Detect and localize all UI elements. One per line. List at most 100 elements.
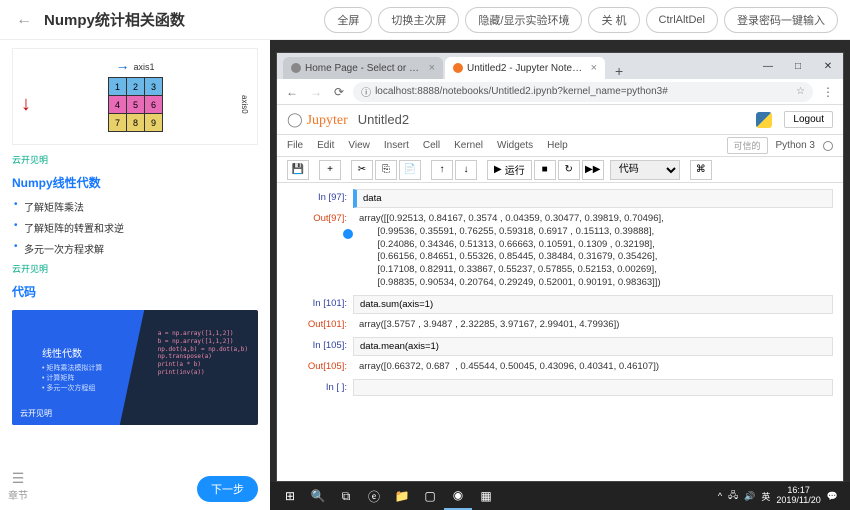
- ctrl-alt-del-button[interactable]: CtrlAltDel: [646, 7, 718, 33]
- next-button[interactable]: 下一步: [197, 476, 258, 502]
- code-input[interactable]: [353, 379, 833, 396]
- terminal-icon[interactable]: ▢: [416, 482, 444, 510]
- minimize-icon[interactable]: —: [753, 53, 783, 79]
- tab-home[interactable]: Home Page - Select or create ×: [283, 57, 443, 79]
- notebook-cell[interactable]: Out[101]:array([3.5757 , 3.9487 , 2.3228…: [287, 316, 833, 335]
- tray-chevron-icon[interactable]: ^: [718, 491, 722, 501]
- volume-icon[interactable]: 🔊: [744, 491, 755, 502]
- ie-icon[interactable]: ⓔ: [360, 482, 388, 510]
- notifications-icon[interactable]: 💬: [827, 491, 838, 502]
- cell-type-select[interactable]: 代码: [610, 160, 680, 180]
- notebook-cell[interactable]: In [ ]:: [287, 379, 833, 396]
- page-title: Numpy统计相关函数: [44, 9, 185, 30]
- menu-file[interactable]: File: [287, 140, 303, 151]
- notebook-cell[interactable]: Out[105]:array([0.66372, 0.687 , 0.45544…: [287, 358, 833, 377]
- add-cell-icon[interactable]: +: [319, 160, 341, 180]
- menu-icon[interactable]: ⋮: [819, 85, 837, 99]
- menu-edit[interactable]: Edit: [317, 140, 334, 151]
- start-icon[interactable]: ⊞: [276, 482, 304, 510]
- task-view-icon[interactable]: ⧉: [332, 482, 360, 510]
- bullet-item: 了解矩阵乘法: [24, 199, 258, 214]
- move-up-icon[interactable]: ↑: [431, 160, 453, 180]
- nav-back-icon[interactable]: ←: [283, 85, 301, 99]
- in-prompt: In [105]:: [287, 337, 353, 356]
- code-input[interactable]: data.mean(axis=1): [353, 337, 833, 356]
- notebook-cell[interactable]: Out[97]:array([[0.92513, 0.84167, 0.3574…: [287, 210, 833, 293]
- shutdown-button[interactable]: 关 机: [588, 7, 639, 33]
- notebook-cell[interactable]: In [105]:data.mean(axis=1): [287, 337, 833, 356]
- code-input[interactable]: data: [353, 189, 833, 208]
- close-icon[interactable]: ×: [429, 62, 435, 74]
- code-input[interactable]: data.sum(axis=1): [353, 295, 833, 314]
- axis1-arrow-icon: → axis1: [21, 57, 249, 73]
- out-prompt: Out[97]:: [287, 210, 353, 293]
- bookmark-icon[interactable]: ☆: [796, 86, 805, 97]
- slide-code: a = np.array([1,1,2]) b = np.array([1,1,…: [158, 330, 248, 377]
- maximize-icon[interactable]: □: [783, 53, 813, 79]
- menu-help[interactable]: Help: [547, 140, 568, 151]
- ime-lang[interactable]: 英: [761, 490, 770, 503]
- stop-icon[interactable]: ■: [534, 160, 556, 180]
- chapter-button[interactable]: ☰ 章节: [8, 470, 28, 502]
- logout-button[interactable]: Logout: [784, 111, 833, 128]
- kernel-indicator-icon: [823, 141, 833, 151]
- slide-title: 线性代数: [42, 345, 102, 360]
- reload-icon[interactable]: ⟳: [331, 85, 347, 99]
- section-linear-algebra: Numpy线性代数: [12, 174, 258, 191]
- tab-favicon-icon: [453, 63, 463, 73]
- fullscreen-button[interactable]: 全屏: [324, 7, 372, 33]
- clock[interactable]: 16:17 2019/11/20: [776, 486, 820, 506]
- menu-cell[interactable]: Cell: [423, 140, 440, 151]
- network-icon[interactable]: 🖧: [728, 488, 738, 504]
- code-output: array([3.5757 , 3.9487 , 2.32285, 3.9716…: [353, 316, 833, 335]
- restart-icon[interactable]: ↻: [558, 160, 580, 180]
- nav-forward-icon[interactable]: →: [307, 85, 325, 99]
- in-prompt: In [101]:: [287, 295, 353, 314]
- jupyter-header: ◯ Jupyter Untitled2 Logout: [277, 105, 843, 135]
- trusted-badge[interactable]: 可信的: [727, 137, 768, 154]
- search-icon[interactable]: 🔍: [304, 482, 332, 510]
- bullet-item: 了解矩阵的转置和求逆: [24, 220, 258, 235]
- jupyter-logo-icon[interactable]: ◯ Jupyter: [287, 111, 348, 129]
- app-icon[interactable]: ▦: [472, 482, 500, 510]
- kernel-name[interactable]: Python 3: [776, 140, 815, 151]
- swap-screen-button[interactable]: 切换主次屏: [378, 7, 459, 33]
- menu-kernel[interactable]: Kernel: [454, 140, 483, 151]
- save-icon[interactable]: 💾: [287, 160, 309, 180]
- new-tab-button[interactable]: +: [607, 63, 631, 79]
- out-prompt: Out[101]:: [287, 316, 353, 335]
- lesson-sidebar: → axis1 ↓ 123 456 789 axis0 云开见明 Numpy线性…: [0, 40, 270, 510]
- explorer-icon[interactable]: 📁: [388, 482, 416, 510]
- menu-widgets[interactable]: Widgets: [497, 140, 533, 151]
- paste-password-button[interactable]: 登录密码一键输入: [724, 7, 838, 33]
- cut-icon[interactable]: ✂: [351, 160, 373, 180]
- notebook-body[interactable]: In [97]:data Out[97]:array([[0.92513, 0.8…: [277, 183, 843, 481]
- axis0-arrow-icon: ↓: [21, 93, 31, 116]
- run-button[interactable]: ▶ 运行: [487, 160, 532, 180]
- notebook-cell[interactable]: In [101]:data.sum(axis=1): [287, 295, 833, 314]
- move-down-icon[interactable]: ↓: [455, 160, 477, 180]
- address-bar: ← → ⟳ ⓘ localhost:8888/notebooks/Untitle…: [277, 79, 843, 105]
- close-window-icon[interactable]: ✕: [813, 53, 843, 79]
- menu-view[interactable]: View: [348, 140, 370, 151]
- tab-notebook[interactable]: Untitled2 - Jupyter Notebook ×: [445, 57, 605, 79]
- fast-forward-icon[interactable]: ▶▶: [582, 160, 604, 180]
- paste-icon[interactable]: 📄: [399, 160, 421, 180]
- browser-tabs: Home Page - Select or create × Untitled2…: [277, 53, 843, 79]
- code-slide: 线性代数 • 矩阵乘法模拟计算 • 计算矩阵 • 多元一次方程组 a = np.…: [12, 310, 258, 425]
- command-palette-icon[interactable]: ⌘: [690, 160, 712, 180]
- info-icon: ⓘ: [361, 84, 371, 99]
- chrome-icon[interactable]: ◉: [444, 482, 472, 510]
- url-field[interactable]: ⓘ localhost:8888/notebooks/Untitled2.ipy…: [353, 82, 813, 102]
- close-icon[interactable]: ×: [591, 62, 597, 74]
- code-output: array([0.66372, 0.687 , 0.45544, 0.50045…: [353, 358, 833, 377]
- toggle-env-button[interactable]: 隐藏/显示实验环境: [465, 7, 582, 33]
- notebook-cell[interactable]: In [97]:data: [287, 189, 833, 208]
- out-prompt: Out[105]:: [287, 358, 353, 377]
- python-logo-icon: [756, 112, 772, 128]
- menu-insert[interactable]: Insert: [384, 140, 409, 151]
- section-code: 代码: [12, 283, 258, 300]
- copy-icon[interactable]: ⎘: [375, 160, 397, 180]
- back-arrow-icon[interactable]: ←: [12, 11, 36, 29]
- notebook-title[interactable]: Untitled2: [358, 112, 409, 127]
